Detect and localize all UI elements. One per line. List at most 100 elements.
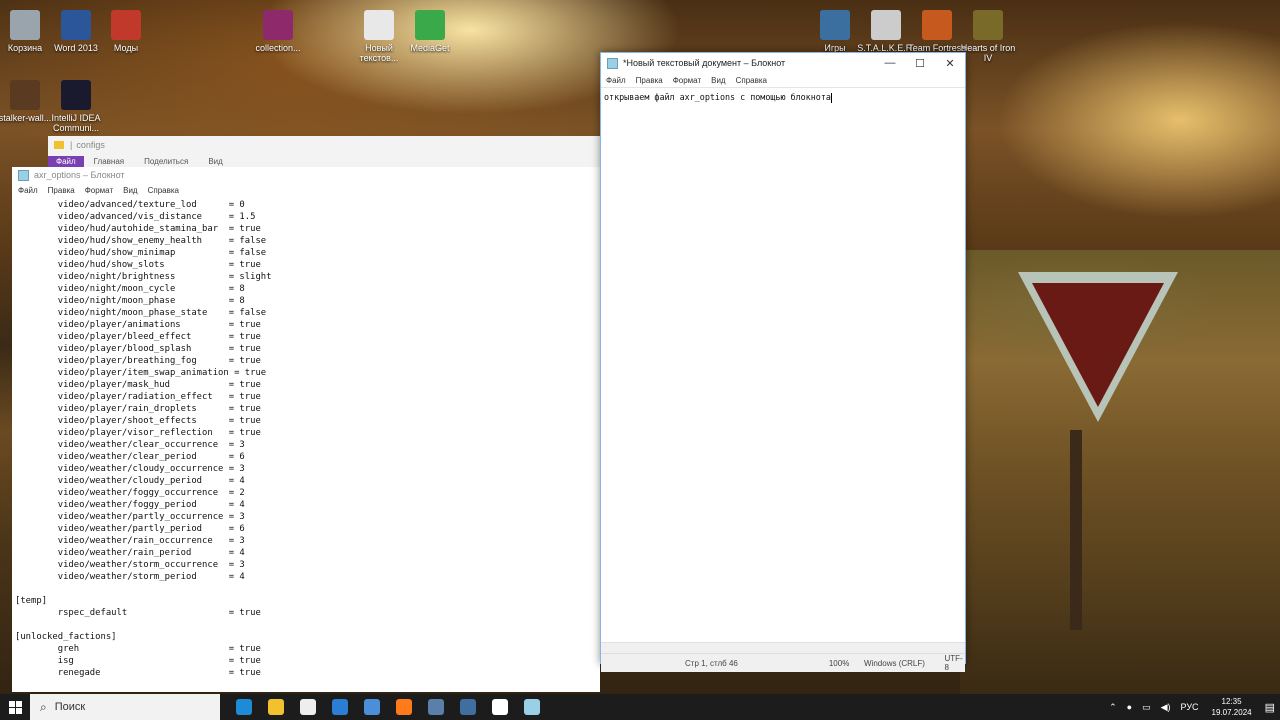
word-icon <box>61 10 91 40</box>
steam-icon <box>428 699 444 715</box>
intellij-icon <box>61 80 91 110</box>
hoi4-icon <box>973 10 1003 40</box>
image-file-icon <box>10 80 40 110</box>
menu-help[interactable]: Справка <box>736 76 767 85</box>
ribbon-tab-home[interactable]: Главная <box>84 157 134 166</box>
menu-help[interactable]: Справка <box>148 186 179 195</box>
code-line: video/advanced/vis_distance = 1.5 <box>15 212 256 222</box>
explorer-path: configs <box>76 140 105 150</box>
code-line: video/night/brightness = slight <box>15 272 272 282</box>
taskbar-app-steam-2[interactable] <box>452 694 484 720</box>
desktop-icon[interactable]: Моды <box>94 6 158 53</box>
taskbar-app-chatgpt[interactable] <box>484 694 516 720</box>
microphone-icon[interactable]: ● <box>1127 702 1132 712</box>
menu-file[interactable]: Файл <box>18 186 38 195</box>
games-icon <box>820 10 850 40</box>
notepad-icon <box>524 699 540 715</box>
code-line: video/weather/cloudy_occurrence = 3 <box>15 464 245 474</box>
taskbar-app-steam[interactable] <box>420 694 452 720</box>
close-button[interactable]: ✕ <box>935 57 965 70</box>
menu-file[interactable]: Файл <box>606 76 626 85</box>
code-line: [unlocked_factions] <box>15 632 117 642</box>
minimize-button[interactable]: — <box>875 57 905 69</box>
search-placeholder: Поиск <box>54 701 86 713</box>
chatgpt-icon <box>492 699 508 715</box>
taskbar-app-downloads[interactable] <box>356 694 388 720</box>
status-line-endings: Windows (CRLF) <box>864 658 925 668</box>
explorer-window[interactable]: | configs Файл Главная Поделиться Вид <box>48 136 601 168</box>
ribbon-tab-file[interactable]: Файл <box>48 155 84 167</box>
code-line: video/weather/foggy_period = 4 <box>15 500 245 510</box>
start-button[interactable] <box>0 694 30 720</box>
desktop-icon-label: IntelliJ IDEA Communi... <box>51 113 101 133</box>
code-line: isg = true <box>15 656 261 666</box>
clock[interactable]: 12:35 19.07.2024 <box>1212 696 1252 718</box>
desktop-icon[interactable]: collection... <box>246 6 310 53</box>
code-line: video/weather/partly_occurrence = 3 <box>15 512 245 522</box>
horizontal-scrollbar[interactable] <box>601 642 965 653</box>
code-line: rspec_default = true <box>15 608 261 618</box>
taskbar-app-mail[interactable] <box>324 694 356 720</box>
code-line: video/weather/clear_period = 6 <box>15 452 245 462</box>
code-line: video/weather/foggy_occurrence = 2 <box>15 488 245 498</box>
code-line: video/player/shoot_effects = true <box>15 416 261 426</box>
desktop-icon[interactable]: IntelliJ IDEA Communi... <box>44 76 108 133</box>
taskbar-app-edge[interactable] <box>228 694 260 720</box>
ribbon-tab-share[interactable]: Поделиться <box>134 157 198 166</box>
volume-icon[interactable]: ◀) <box>1161 702 1171 713</box>
code-line: [temp] <box>15 596 48 606</box>
language-indicator[interactable]: РУС <box>1181 702 1199 712</box>
store-icon <box>300 699 316 715</box>
menu-view[interactable]: Вид <box>123 186 137 195</box>
notepad-axr-options-window[interactable]: axr_options – Блокнот Файл Правка Формат… <box>12 167 600 692</box>
menu-view[interactable]: Вид <box>711 76 725 85</box>
text-file-icon <box>364 10 394 40</box>
code-line: video/hud/show_enemy_health = false <box>15 236 267 246</box>
status-bar: Стр 1, стлб 46 100% Windows (CRLF) UTF-8 <box>601 653 965 672</box>
search-box[interactable]: ⌕ Поиск <box>30 694 220 720</box>
mods-icon <box>111 10 141 40</box>
code-line: video/hud/show_minimap = false <box>15 248 267 258</box>
text-editor[interactable]: video/advanced/texture_lod = 0 video/adv… <box>12 199 600 679</box>
code-line: video/player/bleed_effect = true <box>15 332 261 342</box>
code-line: video/player/visor_reflection = true <box>15 428 261 438</box>
taskbar-app-explorer[interactable] <box>260 694 292 720</box>
status-encoding: UTF-8 <box>944 654 963 672</box>
menu-edit[interactable]: Правка <box>636 76 663 85</box>
notepad-icon <box>18 169 29 181</box>
taskbar-app-store[interactable] <box>292 694 324 720</box>
desktop-icon[interactable]: MediaGet <box>398 6 462 53</box>
firefox-icon <box>396 699 412 715</box>
code-line: video/weather/cloudy_period = 4 <box>15 476 245 486</box>
code-line: video/night/moon_phase = 8 <box>15 296 245 306</box>
menu-edit[interactable]: Правка <box>48 186 75 195</box>
menu-format[interactable]: Формат <box>673 76 701 85</box>
code-line: video/weather/storm_period = 4 <box>15 572 245 582</box>
chevron-up-icon[interactable]: ⌃ <box>1109 702 1117 713</box>
notepad-new-document-window[interactable]: *Новый текстовый документ – Блокнот — ☐ … <box>600 52 966 672</box>
code-line: video/player/radiation_effect = true <box>15 392 261 402</box>
taskbar-app-firefox[interactable] <box>388 694 420 720</box>
wallpaper-sign-post <box>1070 430 1082 630</box>
text-editor[interactable]: открываем файл axr_options с помощью бло… <box>601 87 965 642</box>
explorer-icon <box>268 699 284 715</box>
maximize-button[interactable]: ☐ <box>905 57 935 70</box>
code-line: video/weather/clear_occurrence = 3 <box>15 440 245 450</box>
recycle-bin-icon <box>10 10 40 40</box>
taskbar-app-notepad[interactable] <box>516 694 548 720</box>
network-icon[interactable]: ▭ <box>1142 702 1151 713</box>
ribbon-tab-view[interactable]: Вид <box>198 157 232 166</box>
desktop-icon-label: Моды <box>113 43 139 53</box>
menu-format[interactable]: Формат <box>85 186 113 195</box>
code-line: video/player/blood_splash = true <box>15 344 261 354</box>
code-line: video/hud/show_slots = true <box>15 260 261 270</box>
editor-content: открываем файл axr_options с помощью бло… <box>604 92 831 102</box>
clock-time: 12:35 <box>1221 697 1242 706</box>
code-line: video/night/moon_cycle = 8 <box>15 284 245 294</box>
stalker-icon <box>871 10 901 40</box>
code-line: video/weather/rain_occurrence = 3 <box>15 536 245 546</box>
code-line: video/weather/rain_period = 4 <box>15 548 245 558</box>
notifications-icon[interactable]: ▤ <box>1265 701 1275 714</box>
